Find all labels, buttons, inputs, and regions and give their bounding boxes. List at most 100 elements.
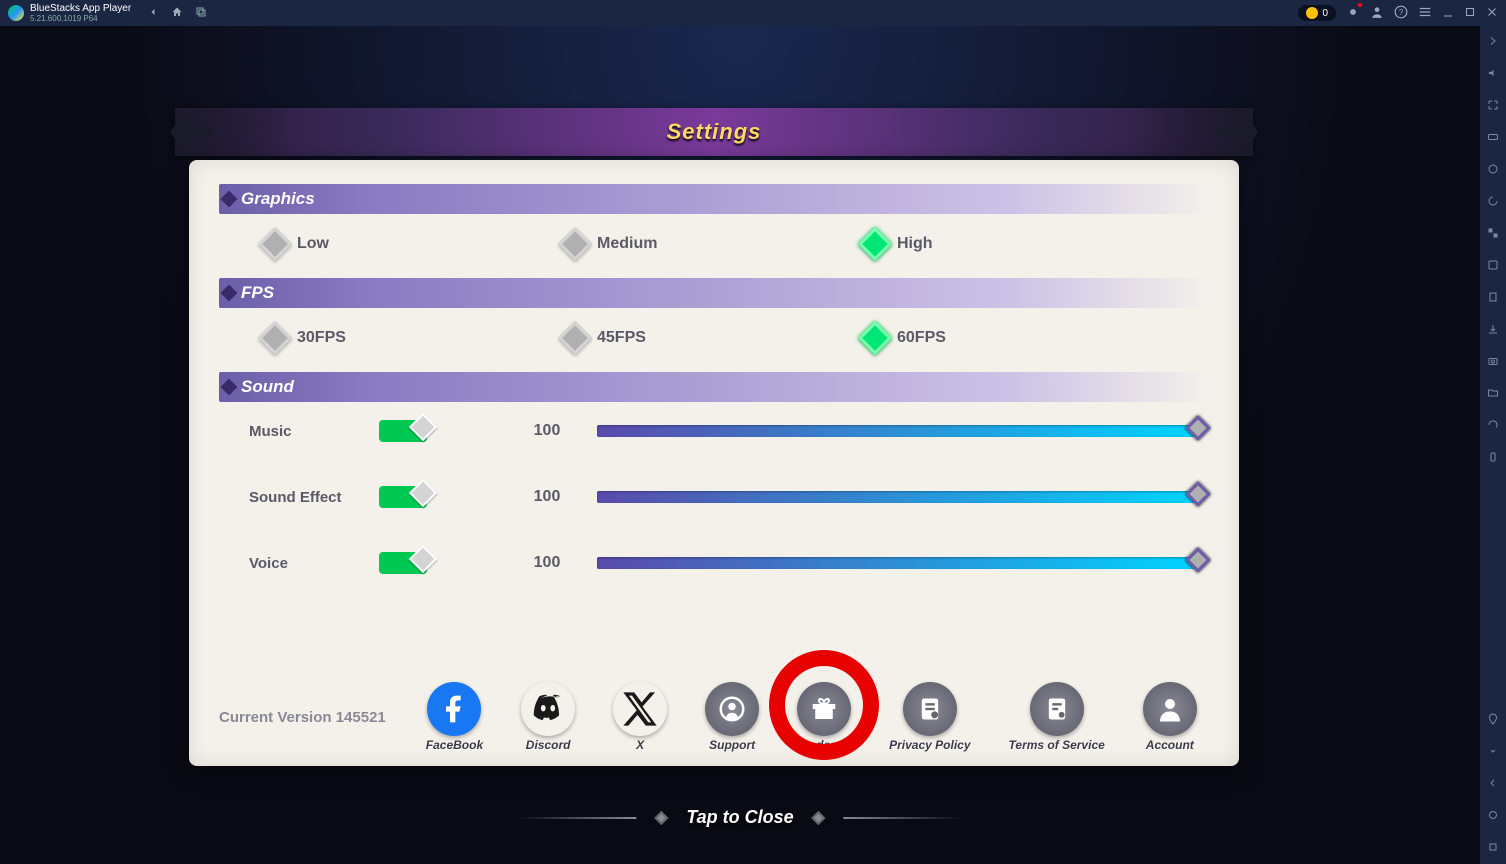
- sfx-slider[interactable]: [597, 491, 1199, 503]
- ornament-right-icon: [1203, 108, 1263, 156]
- graphics-header: Graphics: [219, 184, 1209, 214]
- decor-line-icon: [516, 817, 636, 819]
- slider-knob-icon: [1185, 481, 1210, 506]
- nav-recents-icon[interactable]: [1486, 840, 1500, 854]
- close-icon[interactable]: [1486, 6, 1498, 21]
- radio-icon: [558, 227, 592, 261]
- bluestacks-titlebar: BlueStacks App Player 5.21.600.1019 P64 …: [0, 0, 1506, 26]
- tos-button[interactable]: Terms of Service: [1009, 682, 1105, 752]
- memory-trim-icon[interactable]: [1486, 290, 1500, 304]
- collapse-icon[interactable]: [1486, 34, 1500, 48]
- game-viewport: Settings Graphics Low Medium High FPS 30…: [0, 26, 1480, 864]
- fps-header: FPS: [219, 278, 1209, 308]
- tos-icon: [1030, 682, 1084, 736]
- help-icon[interactable]: ?: [1394, 5, 1408, 22]
- rotate-icon[interactable]: [1486, 418, 1500, 432]
- toggle-thumb-icon: [409, 479, 437, 507]
- discord-icon: [521, 682, 575, 736]
- music-row: Music 100: [219, 420, 1209, 442]
- fps-option-60[interactable]: 60FPS: [863, 326, 1163, 350]
- social-label: Support: [709, 738, 755, 752]
- option-label: Medium: [597, 235, 657, 253]
- radio-icon: [858, 227, 892, 261]
- social-label: Discord: [526, 738, 571, 752]
- radio-icon: [858, 321, 892, 355]
- discord-button[interactable]: Discord: [521, 682, 575, 752]
- lock-cursor-icon[interactable]: [1486, 162, 1500, 176]
- graphics-options: Low Medium High: [219, 232, 1209, 256]
- app-version-sub: 5.21.600.1019 P64: [30, 14, 131, 23]
- home-icon[interactable]: [171, 6, 183, 21]
- app-name: BlueStacks App Player: [30, 3, 131, 14]
- privacy-button[interactable]: Privacy Policy: [889, 682, 970, 752]
- recents-icon[interactable]: [195, 6, 207, 21]
- sfx-label: Sound Effect: [249, 489, 379, 506]
- graphics-option-high[interactable]: High: [863, 232, 1163, 256]
- screenshot-icon[interactable]: [1486, 354, 1500, 368]
- sfx-row: Sound Effect 100: [219, 486, 1209, 508]
- slider-knob-icon: [1185, 415, 1210, 440]
- facebook-button[interactable]: FaceBook: [426, 682, 483, 752]
- media-folder-icon[interactable]: [1486, 386, 1500, 400]
- social-label: X: [636, 738, 644, 752]
- music-value: 100: [517, 422, 577, 440]
- support-icon: [705, 682, 759, 736]
- support-button[interactable]: Support: [705, 682, 759, 752]
- notifications-icon[interactable]: [1346, 5, 1360, 22]
- nav-home-icon[interactable]: [1486, 808, 1500, 822]
- sfx-toggle[interactable]: [379, 486, 427, 508]
- redeem-icon: [797, 682, 851, 736]
- social-label: FaceBook: [426, 738, 483, 752]
- redeem-button[interactable]: Redeem: [797, 682, 851, 752]
- more-icon[interactable]: [1486, 744, 1500, 758]
- settings-footer: Current Version 145521 FaceBook Discord …: [219, 682, 1209, 752]
- voice-toggle[interactable]: [379, 552, 427, 574]
- x-icon: [613, 682, 667, 736]
- account-icon[interactable]: [1370, 5, 1384, 22]
- x-button[interactable]: X: [613, 682, 667, 752]
- sound-label: Sound: [241, 377, 294, 397]
- volume-icon[interactable]: [1486, 66, 1500, 80]
- privacy-icon: [903, 682, 957, 736]
- tap-to-close-button[interactable]: Tap to Close: [516, 807, 963, 828]
- fps-option-30[interactable]: 30FPS: [263, 326, 563, 350]
- keymap-icon[interactable]: [1486, 130, 1500, 144]
- fps-option-45[interactable]: 45FPS: [563, 326, 863, 350]
- fullscreen-icon[interactable]: [1486, 98, 1500, 112]
- decor-diamond-icon: [654, 810, 668, 824]
- tap-close-label: Tap to Close: [686, 807, 793, 828]
- install-apk-icon[interactable]: [1486, 322, 1500, 336]
- graphics-option-low[interactable]: Low: [263, 232, 563, 256]
- toggle-thumb-icon: [409, 545, 437, 573]
- voice-value: 100: [517, 554, 577, 572]
- back-icon[interactable]: [147, 6, 159, 21]
- coin-counter[interactable]: 0: [1298, 5, 1336, 21]
- social-label: Terms of Service: [1009, 738, 1105, 752]
- ornament-left-icon: [165, 108, 225, 156]
- radio-icon: [258, 227, 292, 261]
- option-label: 30FPS: [297, 329, 346, 347]
- nav-back-icon[interactable]: [1486, 776, 1500, 790]
- option-label: 45FPS: [597, 329, 646, 347]
- graphics-option-medium[interactable]: Medium: [563, 232, 863, 256]
- shake-icon[interactable]: [1486, 450, 1500, 464]
- social-row: FaceBook Discord X Support: [426, 682, 1197, 752]
- decor-diamond-icon: [812, 810, 826, 824]
- macro-icon[interactable]: [1486, 258, 1500, 272]
- voice-slider[interactable]: [597, 557, 1199, 569]
- music-slider[interactable]: [597, 425, 1199, 437]
- option-label: 60FPS: [897, 329, 946, 347]
- slider-knob-icon: [1185, 547, 1210, 572]
- sound-header: Sound: [219, 372, 1209, 402]
- multi-instance-icon[interactable]: [1486, 226, 1500, 240]
- menu-icon[interactable]: [1418, 5, 1432, 22]
- sync-icon[interactable]: [1486, 194, 1500, 208]
- minimize-icon[interactable]: [1442, 6, 1454, 21]
- location-icon[interactable]: [1486, 712, 1500, 726]
- music-toggle[interactable]: [379, 420, 427, 442]
- maximize-icon[interactable]: [1464, 6, 1476, 21]
- titlebar-nav: [147, 6, 207, 21]
- app-title-block: BlueStacks App Player 5.21.600.1019 P64: [30, 3, 131, 23]
- account-button[interactable]: Account: [1143, 682, 1197, 752]
- settings-panel: Settings Graphics Low Medium High FPS 30…: [175, 108, 1253, 772]
